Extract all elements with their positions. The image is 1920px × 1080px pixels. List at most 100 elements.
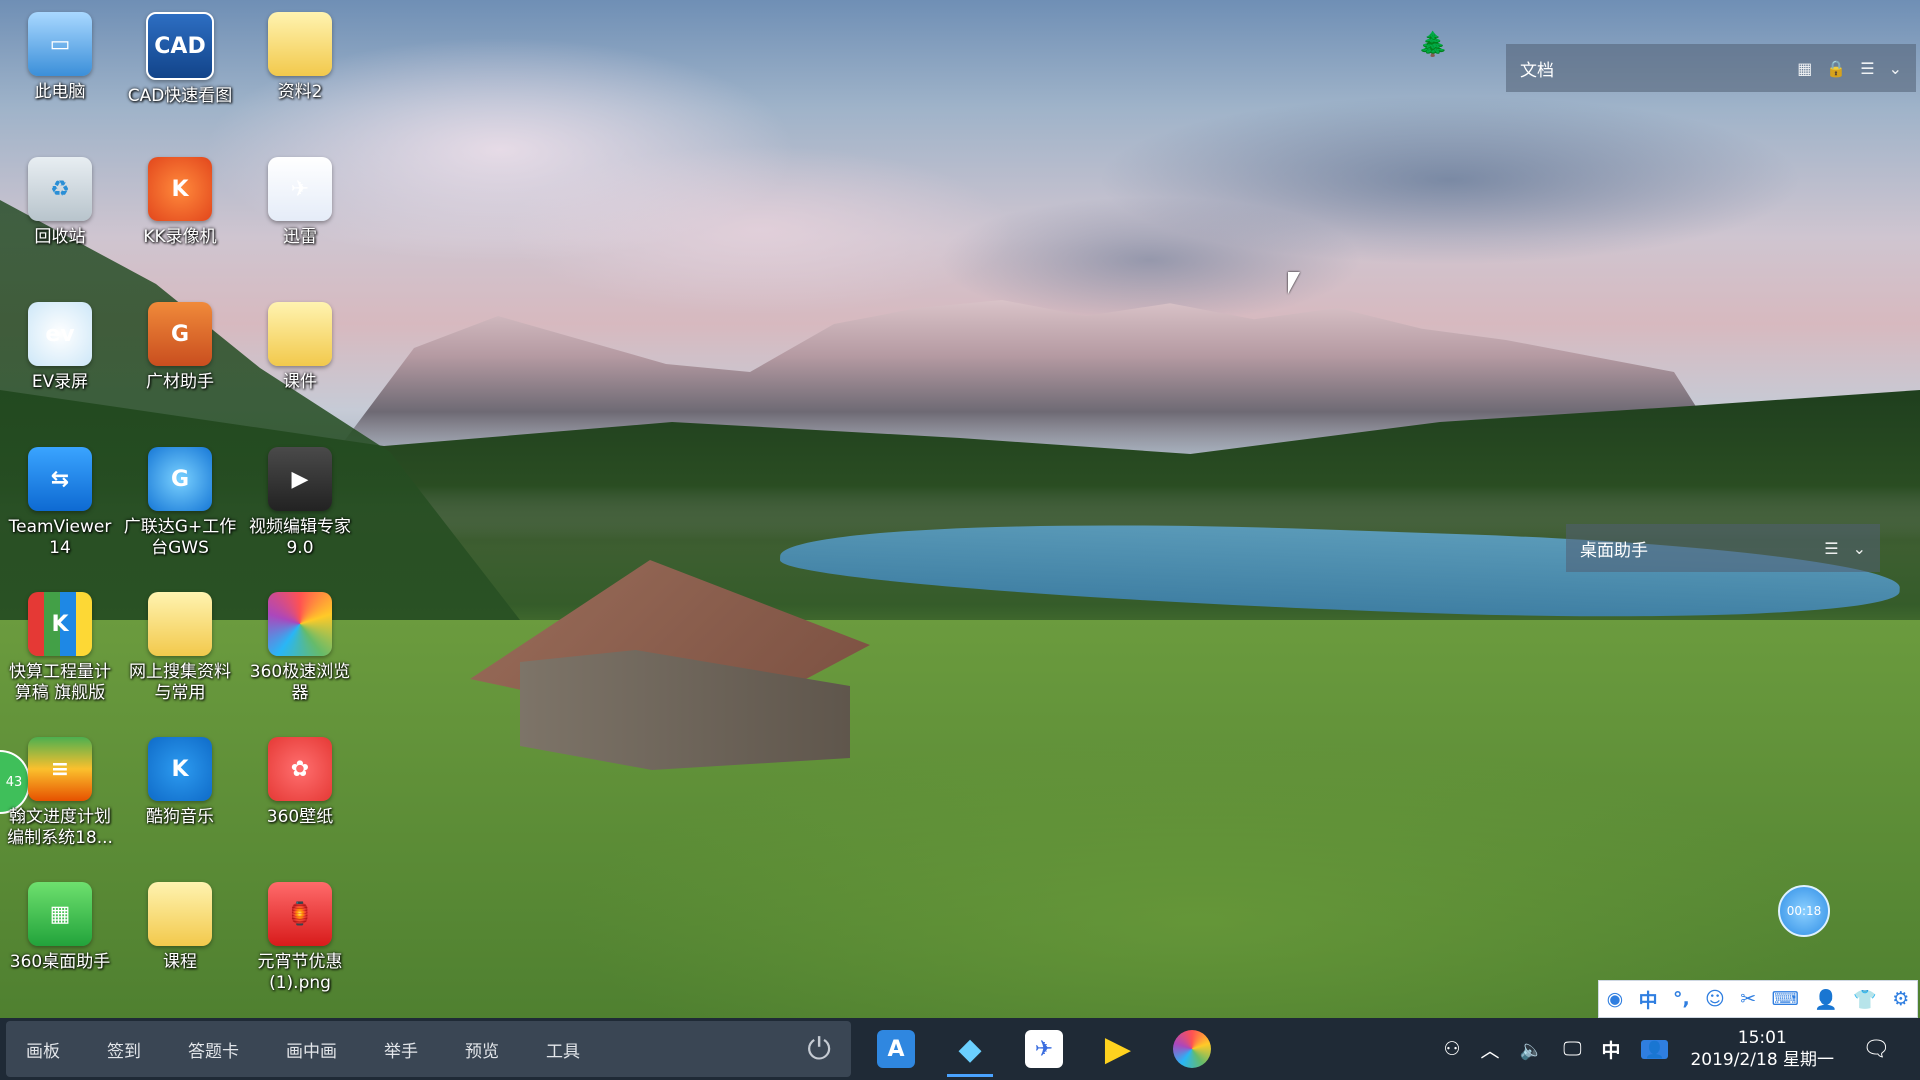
assistant-widget[interactable]: 桌面助手 ☰ ⌄ — [1566, 524, 1880, 572]
brick-wall-icon: G — [148, 302, 212, 366]
emoji-icon[interactable]: ☺ — [1705, 988, 1725, 1010]
icon-label: 翰文进度计划编制系统18... — [7, 807, 113, 848]
icon-label: 360桌面助手 — [9, 952, 111, 972]
desktop-icon-360-browser[interactable]: 360极速浏览器 — [242, 592, 358, 704]
scissors-icon[interactable]: ✂ — [1740, 988, 1756, 1010]
kuaisuan-icon: K — [28, 592, 92, 656]
people-icon[interactable]: ⚇ — [1443, 1038, 1460, 1060]
kk-recorder-icon: K — [148, 157, 212, 221]
keyboard-icon[interactable]: ⌨ — [1771, 988, 1798, 1010]
ime-toolbar[interactable]: ◉ 中 °, ☺ ✂ ⌨ 👤 👕 ⚙ — [1598, 980, 1918, 1018]
tool-huaban[interactable]: 画板 — [26, 1037, 60, 1062]
user-icon[interactable]: 👤 — [1814, 988, 1838, 1011]
desktop-icon-hanwen[interactable]: ≡ 翰文进度计划编制系统18... — [2, 737, 118, 849]
clapperboard-icon: ▶ — [268, 447, 332, 511]
xunlei-bird-icon: ✈ — [268, 157, 332, 221]
icon-label: 酷狗音乐 — [146, 807, 214, 827]
mouse-cursor-icon — [1288, 272, 1300, 294]
menu-icon[interactable]: ☰ — [1824, 539, 1838, 558]
desktop-icon-folder-kecheng[interactable]: 课程 — [122, 882, 238, 973]
teaching-toolbar: 画板 签到 答题卡 画中画 举手 预览 工具 ⏻ — [6, 1021, 851, 1077]
notification-icon[interactable]: 🗨 — [1862, 1037, 1890, 1062]
icon-label: 此电脑 — [34, 82, 86, 102]
xunlei-bird-icon: ✈ — [1025, 1030, 1063, 1068]
tool-yulan[interactable]: 预览 — [465, 1037, 499, 1062]
christmas-tree-icon: 🌲 — [1418, 30, 1448, 58]
chevron-up-icon[interactable]: ︿ — [1481, 1036, 1500, 1063]
taskbar-app-diamond[interactable]: ◆ — [941, 1021, 999, 1077]
icon-label: 课程 — [163, 952, 197, 972]
desktop-icon-xunlei[interactable]: ✈ 迅雷 — [242, 157, 358, 248]
desktop-icon-teamviewer[interactable]: ⇆ TeamViewer 14 — [2, 447, 118, 559]
icon-label: EV录屏 — [31, 372, 89, 392]
desktop-icon-guangcai[interactable]: G 广材助手 — [122, 302, 238, 393]
desktop-icon-folder-wangshang[interactable]: 网上搜集资料与常用 — [122, 592, 238, 704]
desktop-icon-kugou[interactable]: K 酷狗音乐 — [122, 737, 238, 828]
desktop-icon-folder-ziliao2[interactable]: 资料2 — [242, 12, 358, 103]
stacked-books-icon: ≡ — [28, 737, 92, 801]
ime-lang-toggle[interactable]: 中 — [1639, 986, 1658, 1013]
icon-label: 360壁纸 — [266, 807, 334, 827]
desktop-icon-recycle-bin[interactable]: ♻ 回收站 — [2, 157, 118, 248]
tool-huazhonghua[interactable]: 画中画 — [286, 1037, 337, 1062]
menu-icon[interactable]: ☰ — [1860, 59, 1874, 78]
icon-label: 视频编辑专家 9.0 — [249, 517, 351, 558]
docs-widget-title: 文档 — [1520, 60, 1554, 81]
image-file-icon: 🏮 — [268, 882, 332, 946]
power-icon[interactable]: ⏻ — [807, 1032, 831, 1067]
desktop-icon-video-editor[interactable]: ▶ 视频编辑专家 9.0 — [242, 447, 358, 559]
system-tray: ⚇ ︿ 🔈 🖵 中 👤 15:01 2019/2/18 星期一 🗨 — [1433, 1018, 1920, 1080]
folder-icon — [148, 592, 212, 656]
desktop-icon-360-desktop[interactable]: ▦ 360桌面助手 — [2, 882, 118, 973]
lock-icon[interactable]: 🔒 — [1826, 59, 1846, 78]
qq-icon[interactable]: 👤 — [1640, 1039, 1669, 1059]
network-icon[interactable]: 🖵 — [1563, 1038, 1581, 1060]
icon-label: 迅雷 — [283, 227, 317, 247]
icon-label: TeamViewer 14 — [8, 517, 112, 558]
ime-logo-icon[interactable]: ◉ — [1607, 988, 1624, 1010]
folder-icon — [148, 882, 212, 946]
taskbar-app-player[interactable]: ▶ — [1089, 1021, 1147, 1077]
desktop-icon-gws[interactable]: G 广联达G+工作台GWS — [122, 447, 238, 559]
tool-datika[interactable]: 答题卡 — [188, 1037, 239, 1062]
settings-icon[interactable]: ⚙ — [1892, 988, 1909, 1010]
ev-recorder-icon: ev — [28, 302, 92, 366]
ime-indicator[interactable]: 中 — [1602, 1036, 1621, 1063]
icon-label: CAD快速看图 — [127, 86, 233, 106]
volume-icon[interactable]: 🔈 — [1520, 1038, 1544, 1061]
clock-date: 2019/2/18 星期一 — [1690, 1050, 1835, 1070]
grid-view-icon[interactable]: ▦ — [1797, 59, 1812, 78]
tool-jushou[interactable]: 举手 — [384, 1037, 418, 1062]
360-wallpaper-icon: ✿ — [268, 737, 332, 801]
tool-gongju[interactable]: 工具 — [546, 1037, 580, 1062]
desktop-icon-this-pc[interactable]: ▭ 此电脑 — [2, 12, 118, 103]
chevron-down-icon[interactable]: ⌄ — [1889, 59, 1902, 78]
clock[interactable]: 15:01 2019/2/18 星期一 — [1690, 1027, 1834, 1071]
desktop-icon-cad[interactable]: CAD CAD快速看图 — [122, 12, 238, 107]
clock-time: 15:01 — [1737, 1028, 1787, 1048]
punctuation-icon[interactable]: °, — [1673, 988, 1690, 1010]
icon-label: 元宵节优惠(1).png — [257, 952, 343, 993]
360-browser-icon — [1173, 1030, 1211, 1068]
icon-label: 网上搜集资料与常用 — [129, 662, 231, 703]
desktop-icon-kuaisuan[interactable]: K 快算工程量计算稿 旗舰版 — [2, 592, 118, 704]
taskbar-app-360[interactable] — [1163, 1021, 1221, 1077]
taskbar-app-xunlei[interactable]: ✈ — [1015, 1021, 1073, 1077]
desktop-icon-folder-kejian[interactable]: 课件 — [242, 302, 358, 393]
icon-label: 快算工程量计算稿 旗舰版 — [9, 662, 111, 703]
desktop-icon-yuanxiao-png[interactable]: 🏮 元宵节优惠(1).png — [242, 882, 358, 994]
diamond-icon: ◆ — [958, 1031, 982, 1067]
desktop-icon-ev-recorder[interactable]: ev EV录屏 — [2, 302, 118, 393]
icon-label: KK录像机 — [143, 227, 217, 247]
tool-qiandao[interactable]: 签到 — [107, 1037, 141, 1062]
recording-timer[interactable]: 00:18 — [1778, 885, 1830, 937]
desktop-icon-360-wallpaper[interactable]: ✿ 360壁纸 — [242, 737, 358, 828]
shirt-icon[interactable]: 👕 — [1853, 988, 1877, 1011]
chevron-down-icon[interactable]: ⌄ — [1853, 539, 1866, 558]
taskbar-app-a[interactable]: A — [867, 1021, 925, 1077]
icon-label: 360极速浏览器 — [249, 662, 351, 703]
360-browser-icon — [268, 592, 332, 656]
desktop-icon-kk-recorder[interactable]: K KK录像机 — [122, 157, 238, 248]
recycle-bin-icon: ♻ — [28, 157, 92, 221]
docs-widget[interactable]: 文档 ▦ 🔒 ☰ ⌄ — [1506, 44, 1916, 92]
